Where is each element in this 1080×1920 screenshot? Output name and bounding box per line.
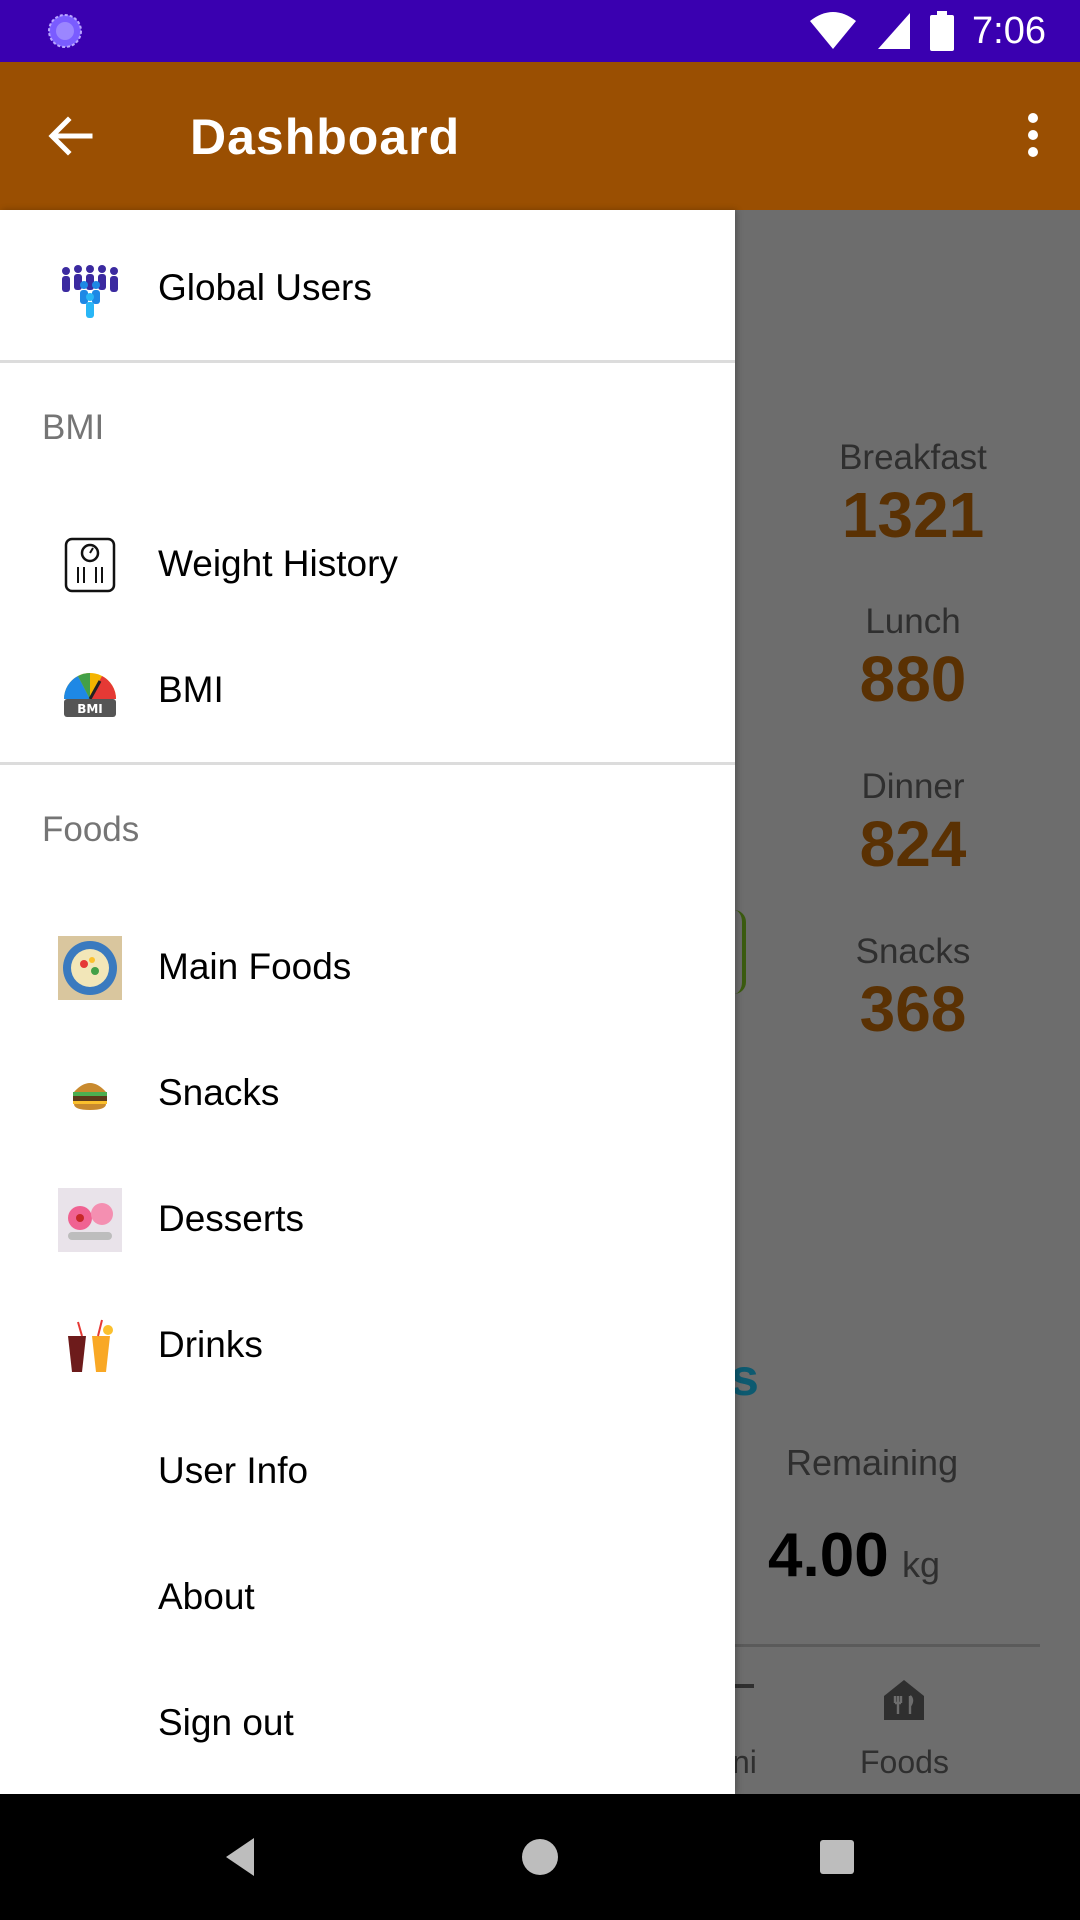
users-icon (62, 265, 118, 318)
recents-square-icon[interactable] (812, 1832, 862, 1882)
status-bar: 7:06 (0, 0, 1080, 62)
drawer-item-label: Weight History (158, 543, 398, 584)
burger-icon (73, 1083, 107, 1110)
section-header-bmi: BMI (42, 408, 105, 447)
bmi-nav-icon (734, 1684, 754, 1688)
section-header-foods: Foods (42, 810, 140, 849)
drawer-item-label: Desserts (158, 1198, 304, 1239)
drawer-item-label: Main Foods (158, 946, 352, 987)
remaining-value: 4.00 (768, 1521, 889, 1590)
bmi-gauge-icon: BMI (64, 673, 116, 717)
drawer-item-global-users[interactable]: Global Users (0, 237, 735, 337)
drawer-item-label: Global Users (158, 267, 372, 308)
ice-cream-icon (58, 1188, 122, 1252)
scale-icon (64, 537, 116, 593)
clock: 7:06 (972, 9, 1046, 52)
drawer-item-user-info[interactable]: User Info (0, 1420, 735, 1520)
drawer-item-label: User Info (158, 1450, 309, 1491)
drawer-item-desserts[interactable]: Desserts (0, 1168, 735, 1268)
bottom-nav-bmi[interactable]: ni (732, 1744, 757, 1781)
wifi-icon (810, 12, 857, 49)
meal-value: 1321 (841, 479, 985, 551)
drawer-item-label: Snacks (158, 1072, 280, 1113)
meal-lunch: Lunch 880 (800, 602, 1026, 716)
restaurant-icon[interactable] (880, 1676, 928, 1724)
meal-breakfast: Breakfast 1321 (800, 438, 1026, 552)
svg-text:BMI: BMI (77, 702, 103, 716)
drawer-item-drinks[interactable]: Drinks (0, 1294, 735, 1394)
signal-icon (878, 13, 911, 49)
plate-icon (58, 936, 122, 1000)
meal-value: 880 (859, 643, 967, 715)
bottom-nav-foods[interactable]: Foods (860, 1744, 949, 1781)
back-triangle-icon[interactable] (216, 1832, 266, 1882)
drinks-icon (68, 1319, 113, 1372)
system-nav-bar (0, 1794, 1080, 1920)
meal-label: Breakfast (839, 438, 987, 477)
home-circle-icon[interactable] (515, 1832, 565, 1882)
drawer-item-bmi[interactable]: BMI BMI (0, 639, 735, 739)
meal-dinner: Dinner 824 (800, 767, 1026, 881)
drawer-item-main-foods[interactable]: Main Foods (0, 916, 735, 1016)
more-vert-icon[interactable] (1026, 112, 1040, 158)
page-title: Dashboard (190, 109, 461, 165)
chart-arc (734, 910, 746, 994)
navigation-drawer: Global Users BMI Weight History BMI BMI … (0, 210, 735, 1794)
battery-icon (930, 11, 955, 51)
loading-icon (48, 14, 82, 48)
meal-label: Snacks (855, 932, 971, 971)
meal-value: 368 (859, 973, 967, 1045)
remaining-unit: kg (902, 1544, 941, 1585)
drawer-item-label: Sign out (158, 1702, 294, 1743)
drawer-item-label: BMI (158, 669, 224, 710)
drawer-item-about[interactable]: About (0, 1546, 735, 1646)
drawer-item-label: Drinks (158, 1324, 263, 1365)
bottom-nav-divider (735, 1644, 1040, 1647)
meal-snacks: Snacks 368 (800, 932, 1026, 1046)
divider (0, 762, 735, 765)
meal-value: 824 (859, 808, 967, 880)
back-arrow-icon[interactable] (44, 110, 96, 162)
meal-label: Lunch (865, 602, 961, 641)
drawer-item-snacks[interactable]: Snacks (0, 1042, 735, 1142)
drawer-item-sign-out[interactable]: Sign out (0, 1672, 735, 1772)
divider (0, 360, 735, 363)
meal-label: Dinner (861, 767, 965, 806)
drawer-item-weight-history[interactable]: Weight History (0, 513, 735, 613)
remaining-label: Remaining (786, 1442, 959, 1483)
drawer-item-label: About (158, 1576, 255, 1617)
app-bar: Dashboard (0, 62, 1080, 210)
